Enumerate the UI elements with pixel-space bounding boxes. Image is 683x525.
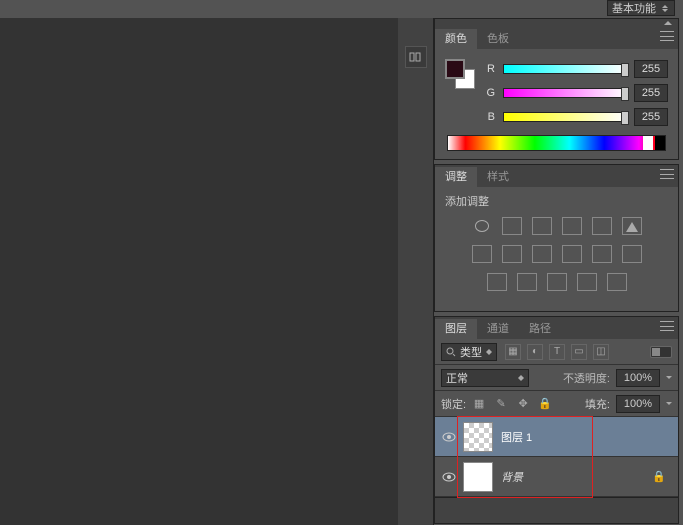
layer-thumbnail[interactable] <box>463 422 493 452</box>
photo-filter-icon[interactable] <box>472 245 492 263</box>
panel-menu-button[interactable] <box>660 321 674 331</box>
lock-move-icon[interactable]: ✥ <box>516 397 530 411</box>
invert-icon[interactable] <box>517 273 537 291</box>
lock-all-icon[interactable]: 🔒 <box>538 397 552 411</box>
color-panel: 颜色 色板 R 255 G 255 B <box>434 18 679 160</box>
filter-image-icon[interactable]: ▦ <box>505 344 521 360</box>
layer-name[interactable]: 图层 1 <box>501 429 532 445</box>
lock-label: 锁定: <box>441 396 466 412</box>
tab-adjustments[interactable]: 调整 <box>435 167 477 187</box>
g-label: G <box>483 87 495 99</box>
add-adjustment-title: 添加调整 <box>445 193 668 209</box>
layer-thumbnail[interactable] <box>463 462 493 492</box>
filter-toggle[interactable] <box>650 346 672 358</box>
selective-color-icon[interactable] <box>562 245 582 263</box>
panel-collapse-button[interactable] <box>435 19 678 27</box>
filter-shape-icon[interactable]: ▭ <box>571 344 587 360</box>
workspace-dropdown[interactable]: 基本功能 <box>607 0 675 16</box>
canvas-area[interactable] <box>0 18 398 525</box>
pattern-icon[interactable] <box>607 273 627 291</box>
tab-paths[interactable]: 路径 <box>519 319 561 339</box>
tab-swatches[interactable]: 色板 <box>477 29 519 49</box>
fill-label: 填充: <box>585 396 610 412</box>
tab-layers[interactable]: 图层 <box>435 319 477 339</box>
visibility-toggle[interactable] <box>435 432 463 442</box>
channel-mixer-icon[interactable] <box>592 245 612 263</box>
foreground-swatch[interactable] <box>445 59 465 79</box>
threshold-icon[interactable] <box>547 273 567 291</box>
hue-saturation-icon[interactable] <box>532 245 552 263</box>
brightness-contrast-icon[interactable] <box>472 217 492 235</box>
layer-filter-dropdown[interactable]: 类型 <box>441 343 497 361</box>
gradient-map-icon[interactable] <box>487 273 507 291</box>
tab-channels[interactable]: 通道 <box>477 319 519 339</box>
filter-type-icon[interactable]: T <box>549 344 565 360</box>
levels-icon[interactable] <box>502 217 522 235</box>
r-slider[interactable] <box>503 64 626 74</box>
layer-row[interactable]: 图层 1 <box>435 417 678 457</box>
vibrance-icon[interactable] <box>592 217 612 235</box>
b-slider[interactable] <box>503 112 626 122</box>
lock-indicator-icon: 🔒 <box>652 470 666 483</box>
lock-transparent-icon[interactable]: ▦ <box>472 397 486 411</box>
filter-label: 类型 <box>460 344 482 360</box>
r-label: R <box>483 63 495 75</box>
g-value[interactable]: 255 <box>634 84 668 102</box>
lock-brush-icon[interactable]: ✎ <box>494 397 508 411</box>
panel-menu-button[interactable] <box>660 169 674 179</box>
tab-styles[interactable]: 样式 <box>477 167 519 187</box>
fill-value[interactable]: 100% <box>616 395 660 413</box>
black-white-icon[interactable] <box>622 217 642 235</box>
layer-name[interactable]: 背景 <box>501 469 523 485</box>
b-label: B <box>483 111 495 123</box>
layers-footer <box>435 497 678 523</box>
blend-mode-dropdown[interactable]: 正常 <box>441 369 529 387</box>
adjustments-panel: 调整 样式 添加调整 <box>434 164 679 312</box>
g-slider[interactable] <box>503 88 626 98</box>
blend-mode-value: 正常 <box>446 370 468 386</box>
filter-adjustment-icon[interactable]: ◐ <box>527 344 543 360</box>
workspace-label: 基本功能 <box>612 0 656 16</box>
visibility-toggle[interactable] <box>435 472 463 482</box>
tab-color[interactable]: 颜色 <box>435 29 477 49</box>
curves-icon[interactable] <box>532 217 552 235</box>
b-value[interactable]: 255 <box>634 108 668 126</box>
r-value[interactable]: 255 <box>634 60 668 78</box>
panel-menu-button[interactable] <box>660 31 674 41</box>
opacity-label: 不透明度: <box>563 370 610 386</box>
history-panel-icon[interactable] <box>405 46 427 68</box>
layers-panel: 图层 通道 路径 类型 ▦ ◐ T ▭ ◫ <box>434 316 679 524</box>
layer-row[interactable]: 背景 🔒 <box>435 457 678 497</box>
exposure-icon[interactable] <box>562 217 582 235</box>
posterize-icon[interactable] <box>622 245 642 263</box>
opacity-value[interactable]: 100% <box>616 369 660 387</box>
color-balance-icon[interactable] <box>502 245 522 263</box>
color-lookup-icon[interactable] <box>577 273 597 291</box>
color-spectrum[interactable] <box>447 135 666 151</box>
color-swatch-stack[interactable] <box>445 59 475 89</box>
filter-smartobj-icon[interactable]: ◫ <box>593 344 609 360</box>
